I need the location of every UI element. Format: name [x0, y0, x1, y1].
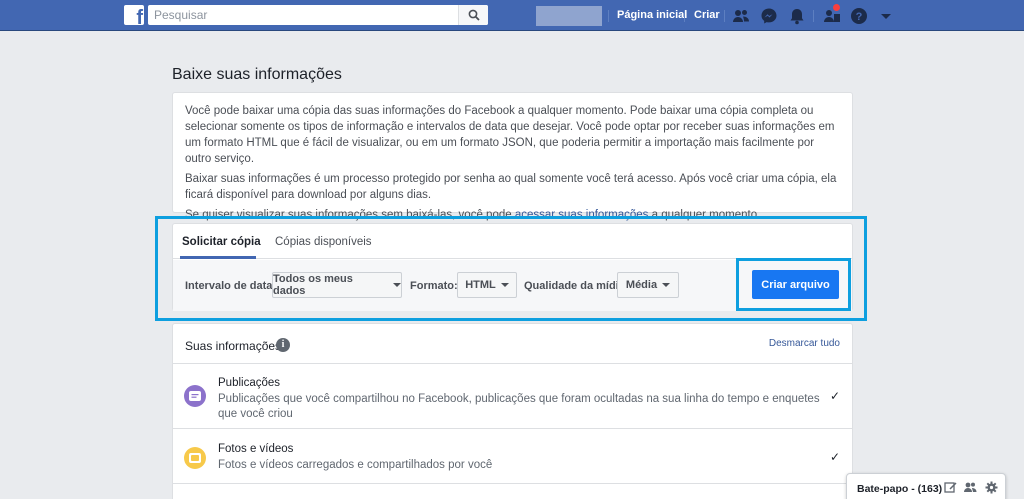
messenger-icon[interactable]	[759, 6, 779, 26]
facebook-logo-icon[interactable]: f	[124, 5, 144, 25]
info-paragraph: Você pode baixar uma cópia das suas info…	[185, 105, 835, 165]
photo-icon	[184, 447, 206, 469]
notification-badge	[833, 4, 840, 11]
create-link[interactable]: Criar	[694, 9, 720, 21]
list-item[interactable]: Fotos e vídeos Fotos e vídeos carregados…	[173, 430, 852, 484]
item-checkbox[interactable]: ✓	[830, 389, 840, 403]
section-header: Suas informações i Desmarcar tudo	[173, 324, 852, 364]
list-item[interactable]: Publicações Publicações que você compart…	[173, 365, 852, 429]
bell-icon[interactable]	[787, 6, 807, 26]
item-title: Publicações	[218, 377, 281, 389]
page-title: Baixe suas informações	[172, 66, 342, 83]
item-checkbox[interactable]: ✓	[830, 450, 840, 464]
section-title: Suas informações	[185, 339, 282, 353]
item-description: Publicações que você compartilhou no Fac…	[218, 393, 820, 420]
help-icon[interactable]: ?	[849, 6, 869, 26]
top-navigation-bar: f Página inicial Criar ?	[0, 0, 1024, 31]
caret-down-icon[interactable]	[876, 6, 896, 26]
search-icon	[468, 9, 480, 21]
chat-label: Bate-papo - (163)	[857, 483, 943, 495]
unmark-all-link[interactable]: Desmarcar tudo	[769, 338, 840, 349]
nav-divider	[813, 10, 814, 22]
friends-icon[interactable]	[731, 6, 751, 26]
your-information-card: Suas informações i Desmarcar tudo Public…	[172, 323, 853, 499]
gear-icon[interactable]	[984, 480, 998, 494]
home-link[interactable]: Página inicial	[617, 9, 687, 21]
info-card: Você pode baixar uma cópia das suas info…	[172, 92, 853, 221]
compose-icon[interactable]	[943, 480, 957, 494]
svg-text:?: ?	[856, 11, 863, 23]
profile-link[interactable]	[536, 6, 602, 26]
create-file-button[interactable]: Criar arquivo	[752, 270, 839, 299]
nav-divider	[608, 10, 609, 22]
item-description: Fotos e vídeos carregados e compartilhad…	[218, 459, 493, 471]
info-paragraph: Baixar suas informações é um processo pr…	[185, 173, 837, 201]
search-button[interactable]	[458, 5, 488, 25]
info-icon[interactable]: i	[276, 338, 290, 352]
group-icon[interactable]	[963, 480, 977, 494]
nav-divider	[684, 10, 685, 22]
item-title: Fotos e vídeos	[218, 443, 294, 455]
post-icon	[184, 385, 206, 407]
chat-bar[interactable]: Bate-papo - (163)	[846, 473, 1006, 499]
search-box	[148, 5, 488, 25]
nav-divider	[724, 10, 725, 22]
search-input[interactable]	[148, 5, 458, 25]
